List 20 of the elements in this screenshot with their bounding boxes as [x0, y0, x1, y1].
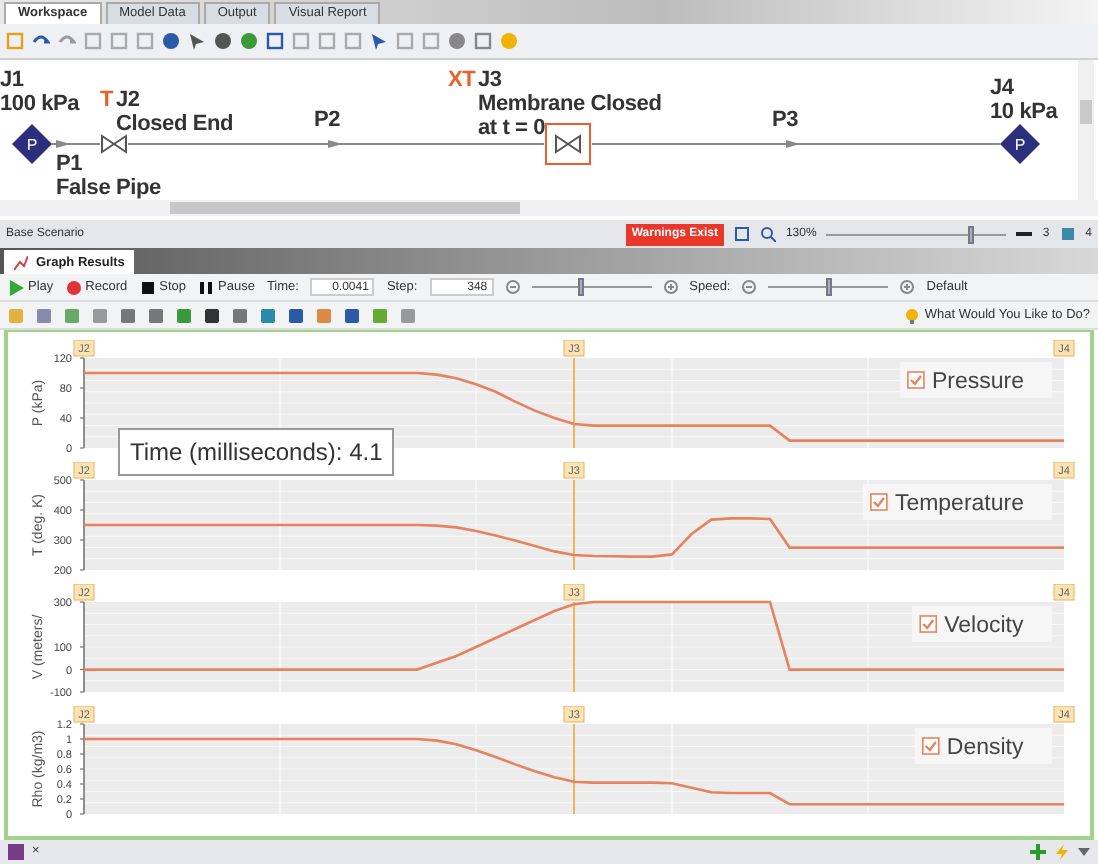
junction-label: Membrane Closed: [478, 92, 662, 116]
legend-label: Pressure: [931, 370, 1024, 394]
pipe-id: P1: [56, 152, 83, 176]
junction-label: 100 kPa: [0, 92, 80, 116]
pipe-id: P2: [314, 108, 341, 132]
junction-label: Closed End: [116, 112, 234, 136]
junction-id: J4: [990, 76, 1014, 100]
junction-id: J2: [116, 88, 140, 112]
legend-label: Density: [946, 736, 1024, 760]
pipe-label: False Pipe: [56, 176, 161, 200]
junction-id: J3: [478, 68, 502, 92]
time-readout: Time (milliseconds): 4.1: [118, 428, 395, 476]
legend-label: Temperature: [894, 492, 1024, 516]
junction-label: 10 kPa: [990, 100, 1058, 124]
pipe-id: P3: [772, 108, 799, 132]
junction-type-marker: XT: [448, 68, 476, 92]
legend-label: Velocity: [944, 614, 1024, 638]
junction-label: at t = 0: [478, 116, 546, 140]
junction-type-marker: T: [100, 88, 114, 112]
junction-id: J1: [0, 68, 24, 92]
